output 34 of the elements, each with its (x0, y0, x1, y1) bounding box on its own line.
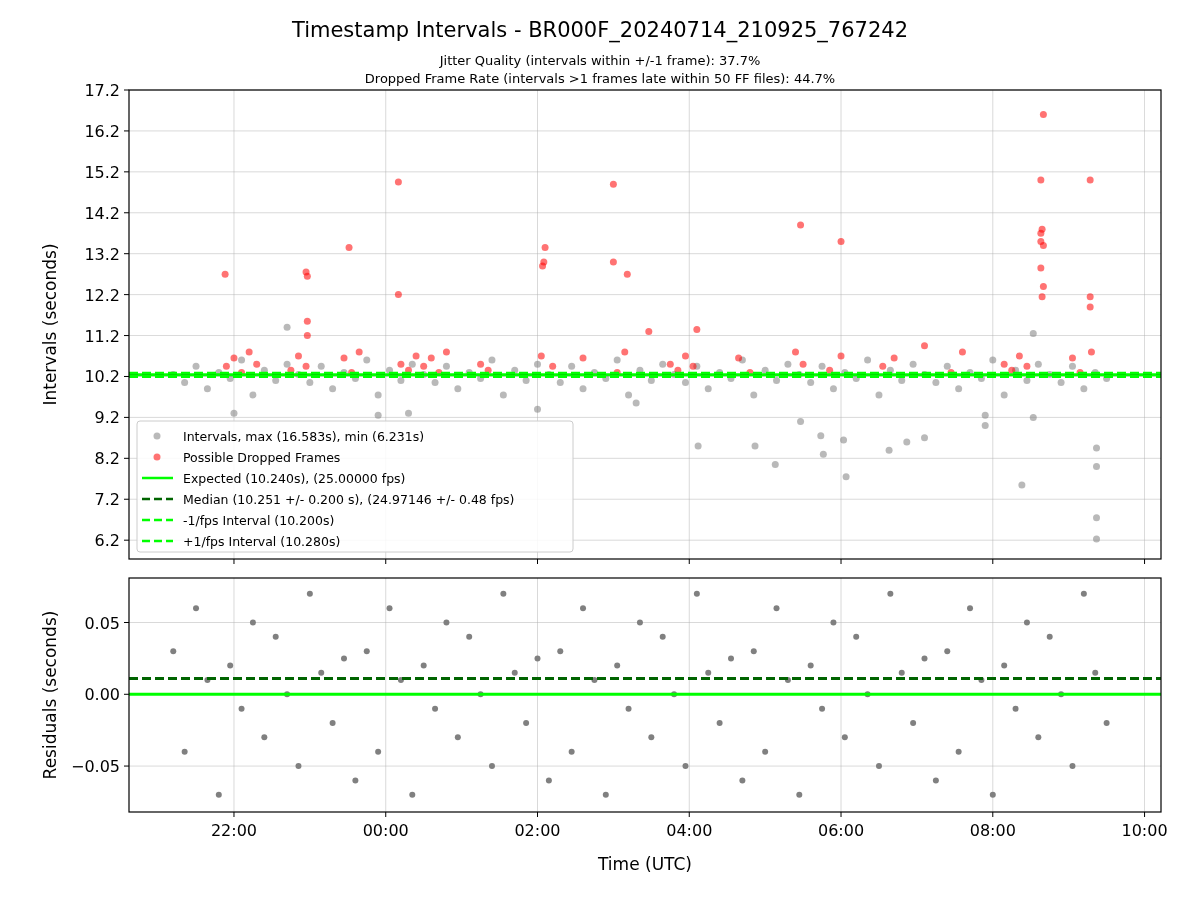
tick-label: 16.2 (84, 121, 120, 141)
tick-label: 12.2 (84, 285, 120, 305)
tick-label: 10.2 (84, 367, 120, 387)
tick-label: 17.2 (84, 81, 120, 100)
tick-label: 9.2 (94, 408, 120, 428)
legend-label: Expected (10.240s), (25.00000 fps) (183, 471, 406, 486)
legend-label: Median (10.251 +/- 0.200 s), (24.97146 +/- 0.48 fps) (183, 492, 515, 507)
subtitle: Dropped Frame Rate (intervals >1 frames late within 50 FF files): 44.7% (364, 71, 836, 86)
tick-label: 13.2 (84, 244, 120, 264)
axis-label: Residuals (seconds) (40, 610, 60, 780)
tick-label: 0.05 (84, 613, 120, 633)
figure-title: Timestamp Intervals - BR000F_20240714_210925_767242 (291, 18, 909, 42)
tick-label: 02:00 (514, 821, 561, 840)
legend-label: +1/fps Interval (10.280s) (183, 534, 341, 549)
tick-label: 04:00 (666, 821, 713, 840)
tick-label: 7.2 (94, 490, 120, 510)
legend-label: -1/fps Interval (10.200s) (183, 513, 335, 528)
tick-label: 0.00 (84, 685, 120, 705)
legend-label: Possible Dropped Frames (183, 450, 341, 465)
tick-label: 15.2 (84, 162, 120, 182)
tick-label: 06:00 (817, 821, 865, 840)
legend-label: Intervals, max (16.583s), min (6.231s) (183, 429, 425, 444)
tick-label: 11.2 (84, 326, 120, 346)
tick-label: 22:00 (210, 821, 258, 840)
axis-label: Time (UTC) (598, 854, 692, 874)
tick-label: 10:00 (1121, 821, 1168, 840)
tick-label: 14.2 (84, 203, 120, 223)
tick-label: 00:00 (362, 821, 409, 840)
tick-label: 8.2 (94, 449, 120, 469)
tick-label: −0.05 (70, 757, 120, 777)
tick-label: 6.2 (94, 531, 120, 551)
tick-label: 08:00 (969, 821, 1016, 840)
subtitle: Jitter Quality (intervals within +/-1 frame): 37.7% (439, 53, 761, 68)
axis-label: Intervals (seconds) (40, 243, 60, 406)
